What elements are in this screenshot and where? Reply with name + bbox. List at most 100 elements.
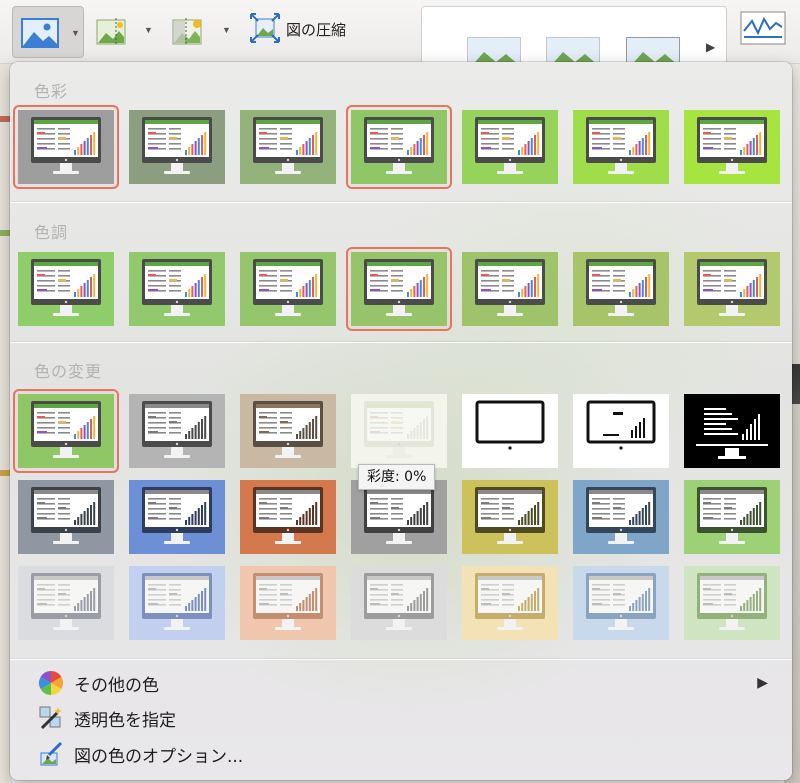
artistic-effects-button[interactable]: ▼ bbox=[170, 10, 234, 52]
monitor-preview-icon bbox=[129, 480, 225, 554]
monitor-preview-icon bbox=[684, 252, 780, 326]
monitor-preview-icon bbox=[684, 566, 780, 640]
color-preset-tile[interactable] bbox=[351, 394, 447, 468]
chevron-down-icon: ▼ bbox=[144, 25, 153, 35]
section-divider bbox=[10, 659, 792, 660]
color-preset-tile[interactable] bbox=[240, 566, 336, 640]
color-preset-tile[interactable] bbox=[129, 252, 225, 326]
monitor-preview-icon bbox=[129, 566, 225, 640]
picture-color-options-label: 図の色のオプション... bbox=[74, 746, 244, 767]
section-title-saturation: 色彩 bbox=[34, 82, 69, 101]
monitor-preview-icon bbox=[351, 394, 447, 468]
section-title-recolor: 色の変更 bbox=[34, 362, 103, 381]
color-preset-tile[interactable] bbox=[129, 110, 225, 184]
ribbon-toolbar: ▼ ▼ ▼ 図の圧縮 ▶ bbox=[0, 0, 800, 71]
section-divider bbox=[10, 342, 792, 343]
color-preset-tile[interactable] bbox=[462, 394, 558, 468]
color-preset-tile[interactable] bbox=[240, 252, 336, 326]
color-preset-tile[interactable] bbox=[129, 394, 225, 468]
sparkline-icon bbox=[740, 11, 786, 45]
color-preset-tile[interactable] bbox=[462, 252, 558, 326]
monitor-preview-icon bbox=[351, 566, 447, 640]
monitor-preview-icon bbox=[684, 480, 780, 554]
monitor-preview-icon bbox=[351, 110, 447, 184]
color-preset-tile[interactable] bbox=[18, 252, 114, 326]
color-preset-tile[interactable] bbox=[13, 105, 119, 189]
color-preset-tile[interactable] bbox=[573, 110, 669, 184]
monitor-preview-icon bbox=[18, 566, 114, 640]
set-transparent-color-label: 透明色を指定 bbox=[74, 710, 176, 731]
monitor-preview-icon bbox=[573, 394, 669, 468]
picture-styles-gallery[interactable] bbox=[421, 6, 727, 71]
color-preset-tile[interactable] bbox=[18, 480, 114, 554]
monitor-preview-icon bbox=[573, 110, 669, 184]
monitor-preview-icon bbox=[18, 252, 114, 326]
section-title-tone: 色調 bbox=[34, 223, 69, 242]
color-preset-tile[interactable] bbox=[240, 480, 336, 554]
color-preset-tile[interactable] bbox=[462, 566, 558, 640]
color-preset-tile[interactable] bbox=[240, 394, 336, 468]
sparkline-button[interactable] bbox=[736, 8, 790, 48]
monitor-preview-icon bbox=[129, 252, 225, 326]
compress-pictures-label: 図の圧縮 bbox=[286, 21, 347, 39]
color-preset-tile[interactable] bbox=[129, 566, 225, 640]
color-preset-tile[interactable] bbox=[129, 480, 225, 554]
section-divider bbox=[10, 202, 792, 203]
magic-wand-icon bbox=[39, 706, 62, 730]
color-preset-tile[interactable] bbox=[462, 110, 558, 184]
picture-color-options-menu-item[interactable]: 図の色のオプション... bbox=[38, 740, 768, 768]
monitor-preview-icon bbox=[18, 394, 114, 468]
color-preset-tile[interactable] bbox=[13, 389, 119, 473]
monitor-preview-icon bbox=[240, 110, 336, 184]
color-preset-tile[interactable] bbox=[346, 105, 452, 189]
picture-color-button[interactable]: ▼ bbox=[12, 6, 84, 58]
artistic-effects-icon bbox=[172, 18, 202, 45]
set-transparent-color-menu-item[interactable]: 透明色を指定 bbox=[38, 704, 768, 732]
color-preset-tile[interactable] bbox=[18, 566, 114, 640]
monitor-preview-icon bbox=[240, 480, 336, 554]
monitor-preview-icon bbox=[18, 110, 114, 184]
monitor-preview-icon bbox=[240, 566, 336, 640]
monitor-preview-icon bbox=[573, 480, 669, 554]
picture-color-icon bbox=[21, 18, 59, 48]
color-preset-tile[interactable] bbox=[462, 480, 558, 554]
color-preset-tile[interactable] bbox=[351, 480, 447, 554]
monitor-preview-icon bbox=[462, 480, 558, 554]
monitor-preview-icon bbox=[462, 110, 558, 184]
color-preset-tile[interactable] bbox=[351, 566, 447, 640]
picture-color-menu: 色彩 色調 色の変更 彩度: 0% その他の色 ▶ 透明色を指定 図の色のオプシ… bbox=[10, 62, 792, 780]
remove-background-icon bbox=[96, 18, 126, 45]
color-preset-tile[interactable] bbox=[346, 247, 452, 331]
color-preset-tile[interactable] bbox=[684, 394, 780, 468]
monitor-preview-icon bbox=[573, 566, 669, 640]
monitor-preview-icon bbox=[462, 394, 558, 468]
chevron-down-icon: ▼ bbox=[222, 25, 231, 35]
color-preset-tile[interactable] bbox=[573, 252, 669, 326]
more-colors-label: その他の色 bbox=[74, 675, 159, 696]
color-preset-tile[interactable] bbox=[684, 110, 780, 184]
submenu-arrow-icon: ▶ bbox=[757, 674, 768, 690]
monitor-preview-icon bbox=[462, 566, 558, 640]
color-preset-tile[interactable] bbox=[684, 252, 780, 326]
compress-pictures-icon bbox=[250, 13, 280, 43]
paint-brush-icon bbox=[40, 741, 63, 766]
monitor-preview-icon bbox=[240, 252, 336, 326]
color-preset-tile[interactable] bbox=[573, 566, 669, 640]
chevron-down-icon: ▼ bbox=[71, 28, 80, 38]
monitor-preview-icon bbox=[573, 252, 669, 326]
color-preset-tile[interactable] bbox=[684, 480, 780, 554]
color-wheel-icon bbox=[38, 671, 64, 695]
monitor-preview-icon bbox=[129, 110, 225, 184]
monitor-preview-icon bbox=[684, 394, 780, 468]
remove-background-button[interactable]: ▼ bbox=[94, 10, 156, 52]
color-preset-tile[interactable] bbox=[240, 110, 336, 184]
monitor-preview-icon bbox=[351, 252, 447, 326]
monitor-preview-icon bbox=[684, 110, 780, 184]
gallery-next-arrow-icon[interactable]: ▶ bbox=[706, 40, 715, 54]
color-preset-tile[interactable] bbox=[573, 394, 669, 468]
monitor-preview-icon bbox=[18, 480, 114, 554]
color-preset-tile[interactable] bbox=[573, 480, 669, 554]
monitor-preview-icon bbox=[129, 394, 225, 468]
color-preset-tile[interactable] bbox=[684, 566, 780, 640]
more-colors-menu-item[interactable]: その他の色 ▶ bbox=[38, 669, 768, 697]
